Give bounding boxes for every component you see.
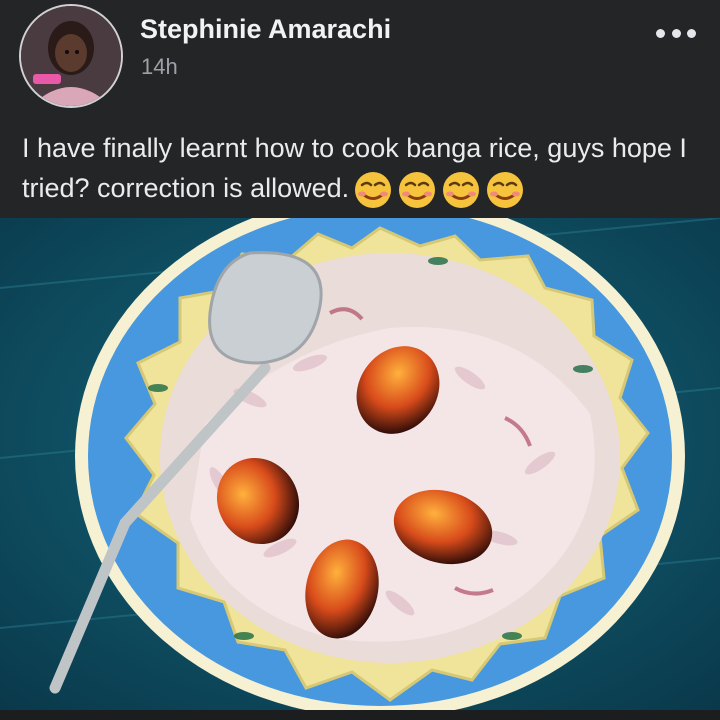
author-avatar[interactable]: [19, 4, 123, 108]
post-header: Stephinie Amarachi 14h: [0, 0, 720, 110]
emoji-row: [349, 171, 525, 208]
sly-smile-emoji: [399, 171, 436, 208]
more-dot: [656, 28, 665, 38]
avatar-photo-icon: [21, 6, 121, 106]
post-timestamp[interactable]: 14h: [141, 54, 178, 80]
more-options-icon[interactable]: [656, 21, 696, 45]
post-caption: I have finally learnt how to cook banga …: [22, 128, 712, 210]
more-dot: [671, 28, 681, 38]
post-divider: [0, 710, 720, 720]
sly-smile-emoji: [355, 171, 392, 208]
sly-smile-emoji: [487, 171, 524, 208]
more-dot: [687, 28, 696, 38]
banga-rice-photo: [0, 218, 720, 710]
sly-smile-emoji: [443, 171, 480, 208]
author-name[interactable]: Stephinie Amarachi: [140, 14, 391, 45]
facebook-post: Stephinie Amarachi 14h I have finally le…: [0, 0, 720, 720]
post-photo[interactable]: [0, 218, 720, 710]
